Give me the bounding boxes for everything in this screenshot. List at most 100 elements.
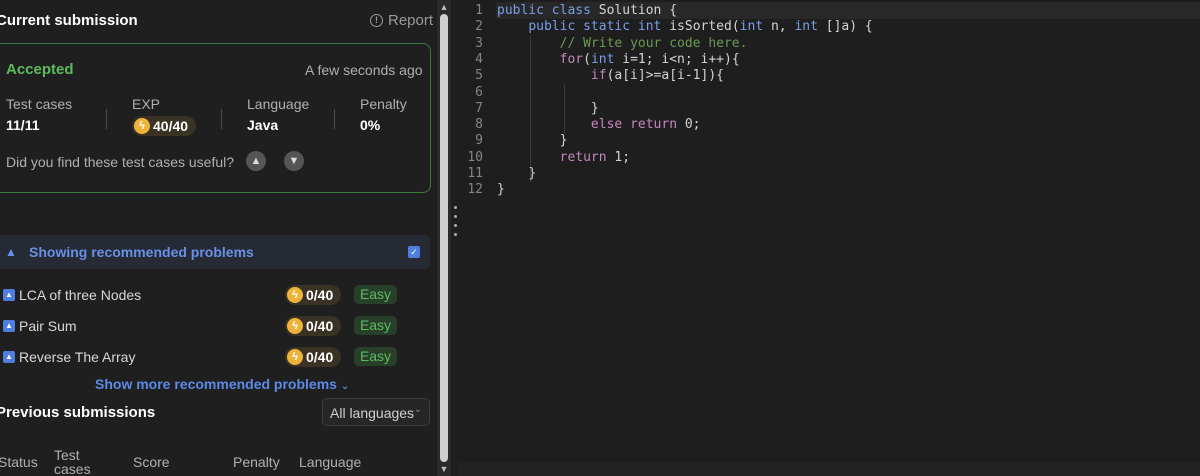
scroll-down-icon[interactable]: ▼ (439, 464, 449, 474)
column-penalty: Penalty (233, 454, 280, 470)
language-filter-value: All languages (330, 405, 415, 421)
exp-badge: ϟ 40/40 (132, 116, 196, 136)
code-text: 1; (606, 150, 631, 165)
exp-badge: ϟ 0/40 (285, 316, 341, 336)
thumbs-up-icon[interactable]: ▲ (246, 151, 266, 171)
code-text: } (528, 166, 537, 181)
lightning-icon: ϟ (287, 349, 303, 365)
code-text: 0; (677, 117, 701, 132)
code-line[interactable]: } (497, 166, 536, 181)
code-text: } (590, 101, 599, 116)
column-language: Language (299, 454, 362, 470)
code-keyword: return (630, 117, 678, 132)
code-text: } (497, 182, 505, 197)
code-line[interactable]: public class Solution { (497, 3, 677, 18)
line-number: 11 (467, 166, 483, 181)
code-text: (a[i]>=a[i-1]){ (606, 68, 724, 83)
resize-handle[interactable] (453, 206, 457, 236)
report-label: Report (388, 12, 434, 29)
line-number: 9 (475, 133, 483, 148)
difficulty-badge: Easy (354, 347, 397, 366)
penalty-value: 0% (360, 117, 381, 133)
column-status: Status (0, 454, 38, 470)
code-keyword: int (739, 19, 764, 34)
recommended-checkbox[interactable]: ✓ (408, 246, 420, 258)
chevron-down-icon: ⌄ (340, 381, 350, 392)
scroll-up-icon[interactable]: ▲ (439, 2, 449, 12)
feedback-question: Did you find these test cases useful? (6, 154, 235, 170)
submission-panel: Current submission ! Report Accepted A f… (0, 0, 436, 476)
lightning-icon: ϟ (134, 118, 150, 134)
column-test-cases: Test cases (54, 447, 91, 476)
code-keyword: if (590, 68, 607, 83)
exp-badge: ϟ 0/40 (285, 285, 341, 305)
test-cases-value: 11/11 (6, 117, 40, 133)
current-submission-title: Current submission (0, 12, 138, 29)
code-line[interactable]: if(a[i]>=a[i-1]){ (497, 68, 724, 83)
scrollbar-thumb[interactable] (440, 14, 448, 462)
divider (106, 109, 107, 129)
editor-horizontal-scrollbar[interactable] (458, 462, 1200, 476)
code-keyword: int (637, 19, 662, 34)
previous-submissions-title: Previous submissions (0, 404, 156, 421)
code-line[interactable]: // Write your code here. (497, 36, 748, 51)
line-number: 12 (467, 182, 483, 197)
line-number: 7 (475, 101, 483, 116)
code-line[interactable]: else return 0; (497, 117, 701, 132)
report-button[interactable]: ! Report (370, 12, 433, 29)
code-comment: // Write your code here. (559, 36, 748, 51)
code-line[interactable]: } (497, 182, 505, 197)
difficulty-badge: Easy (354, 316, 397, 335)
code-keyword: public (497, 3, 544, 18)
line-number: 4 (475, 52, 483, 67)
code-keyword: static (583, 19, 631, 34)
problem-icon: ▲ (3, 351, 15, 363)
code-keyword: return (559, 150, 607, 165)
language-filter-select[interactable]: All languages ⌄ (322, 398, 430, 426)
thumbs-up-icon: ▲ (5, 245, 17, 259)
exp-badge: ϟ 0/40 (285, 347, 341, 367)
lightning-icon: ϟ (287, 287, 303, 303)
line-number: 1 (475, 3, 483, 18)
code-line[interactable]: for(int i=1; i<n; i++){ (497, 52, 740, 67)
submission-time: A few seconds ago (305, 62, 423, 78)
problem-icon: ▲ (3, 289, 15, 301)
language-label: Language (247, 96, 310, 112)
thumbs-down-icon[interactable]: ▼ (284, 151, 304, 171)
code-line[interactable]: public static int isSorted(int n, int []… (497, 19, 872, 34)
code-line[interactable]: return 1; (497, 150, 630, 165)
code-line[interactable]: } (497, 133, 568, 148)
status-accepted: Accepted (6, 61, 74, 78)
problem-link[interactable]: Reverse The Array (19, 349, 135, 365)
recommended-title: Showing recommended problems (29, 244, 254, 260)
line-number: 6 (475, 85, 483, 100)
test-cases-label: Test cases (6, 96, 73, 112)
code-text: i=1; i<n; i++){ (614, 52, 740, 67)
code-text: Solution { (590, 3, 678, 18)
show-more-label: Show more recommended problems (95, 376, 337, 392)
language-value: Java (247, 117, 279, 133)
show-more-button[interactable]: Show more recommended problems ⌄ (95, 376, 349, 392)
line-number: 10 (467, 150, 483, 165)
exp-label: EXP (132, 96, 161, 112)
lightning-icon: ϟ (287, 318, 303, 334)
problem-icon: ▲ (3, 320, 15, 332)
exp-value: 40/40 (153, 118, 189, 134)
code-keyword: public (528, 19, 576, 34)
difficulty-badge: Easy (354, 285, 397, 304)
code-keyword: int (794, 19, 818, 34)
code-keyword: for (559, 52, 584, 67)
line-number: 2 (475, 19, 483, 34)
code-line[interactable]: } (497, 101, 599, 116)
code-keyword: int (590, 52, 615, 67)
line-number: 3 (475, 36, 483, 51)
problem-link[interactable]: Pair Sum (19, 318, 77, 334)
problem-link[interactable]: LCA of three Nodes (19, 287, 141, 303)
info-icon: ! (370, 14, 383, 27)
code-text: isSorted( (661, 19, 740, 34)
divider (334, 109, 335, 129)
